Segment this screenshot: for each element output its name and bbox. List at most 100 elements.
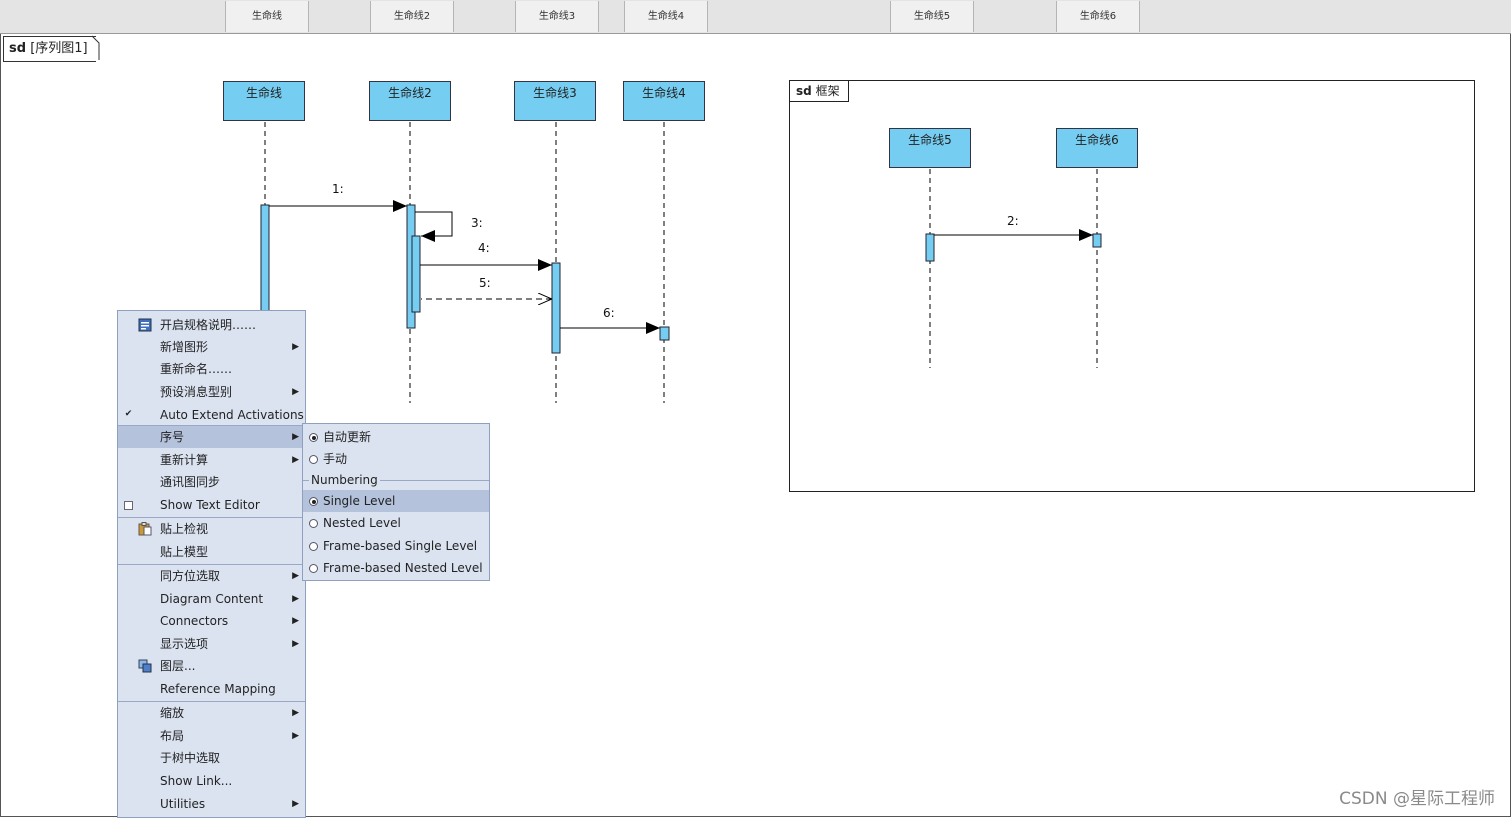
menu-item-layout[interactable]: 布局 ▶ bbox=[118, 725, 305, 747]
layers-icon bbox=[138, 659, 152, 673]
submenu-item-frame-nested-level[interactable]: Frame-based Nested Level bbox=[303, 557, 489, 579]
submenu-item-label: 自动更新 bbox=[323, 430, 372, 444]
menu-item-communication-sync[interactable]: 通讯图同步 bbox=[118, 471, 305, 493]
menu-item-default-message-type[interactable]: 预设消息型别 ▶ bbox=[118, 381, 305, 403]
menu-item-label: 于树中选取 bbox=[160, 751, 221, 765]
menu-item-label: 贴上检视 bbox=[160, 522, 209, 536]
frame-name: 框架 bbox=[815, 84, 840, 98]
section-label: Numbering bbox=[309, 471, 380, 489]
menu-item-label: Auto Extend Activations bbox=[160, 408, 304, 422]
menu-item-label: 重新计算 bbox=[160, 453, 209, 467]
message-2-label: 2: bbox=[1007, 214, 1019, 228]
spec-icon bbox=[138, 318, 152, 332]
submenu-item-label: Single Level bbox=[323, 494, 396, 508]
menu-item-label: 布局 bbox=[160, 729, 185, 743]
radio-icon bbox=[309, 519, 318, 528]
message-3-arrow[interactable] bbox=[415, 211, 453, 242]
submenu-item-label: Nested Level bbox=[323, 516, 401, 530]
menu-item-add-shape[interactable]: 新增图形 ▶ bbox=[118, 336, 305, 358]
submenu-item-manual[interactable]: 手动 bbox=[303, 448, 489, 470]
message-5-label: 5: bbox=[479, 276, 491, 290]
submenu-item-frame-single-level[interactable]: Frame-based Single Level bbox=[303, 535, 489, 557]
paste-icon bbox=[138, 522, 152, 536]
frame-keyword: sd bbox=[796, 84, 812, 98]
message-6-label: 6: bbox=[603, 306, 615, 320]
radio-icon bbox=[309, 455, 318, 464]
lifeline-3-head[interactable]: 生命线3 bbox=[514, 81, 596, 121]
submenu-item-label: 手动 bbox=[323, 452, 348, 466]
menu-item-connectors[interactable]: Connectors ▶ bbox=[118, 610, 305, 632]
submenu-arrow-icon: ▶ bbox=[292, 616, 299, 626]
menu-item-show-link[interactable]: Show Link... bbox=[118, 770, 305, 792]
radio-selected-icon bbox=[309, 433, 318, 442]
menu-item-label: 同方位选取 bbox=[160, 569, 221, 583]
message-1-label: 1: bbox=[332, 182, 344, 196]
menu-item-zoom[interactable]: 缩放 ▶ bbox=[118, 702, 305, 724]
submenu-arrow-icon: ▶ bbox=[292, 571, 299, 581]
menu-item-label: 重新命名…… bbox=[160, 362, 233, 376]
menu-item-label: 预设消息型别 bbox=[160, 385, 233, 399]
submenu-arrow-icon: ▶ bbox=[292, 432, 299, 442]
menu-item-auto-extend-activations[interactable]: ✔ Auto Extend Activations bbox=[118, 404, 305, 426]
menu-item-show-text-editor[interactable]: Show Text Editor bbox=[118, 494, 305, 516]
menu-item-label: Show Text Editor bbox=[160, 498, 260, 512]
submenu-item-auto-update[interactable]: 自动更新 bbox=[303, 426, 489, 448]
activation-bar[interactable] bbox=[659, 326, 670, 341]
menu-item-recalculate[interactable]: 重新计算 ▶ bbox=[118, 449, 305, 471]
checkmark-icon: ✔ bbox=[124, 409, 133, 419]
lifeline-4-head[interactable]: 生命线4 bbox=[623, 81, 705, 121]
numbering-section-header: Numbering bbox=[303, 471, 489, 489]
radio-icon bbox=[309, 564, 318, 573]
submenu-arrow-icon: ▶ bbox=[292, 731, 299, 741]
menu-item-open-specification[interactable]: 开启规格说明…… bbox=[118, 314, 305, 336]
context-menu: 开启规格说明…… 新增图形 ▶ 重新命名…… 预设消息型别 ▶ ✔ Auto E… bbox=[117, 310, 306, 818]
message-4-label: 4: bbox=[478, 241, 490, 255]
submenu-item-single-level[interactable]: Single Level bbox=[303, 490, 489, 512]
submenu-arrow-icon: ▶ bbox=[292, 639, 299, 649]
numbering-submenu: 自动更新 手动 Numbering Single Level Nested Le… bbox=[302, 423, 490, 581]
menu-item-rename[interactable]: 重新命名…… bbox=[118, 358, 305, 380]
radio-selected-icon bbox=[309, 497, 318, 506]
menu-item-label: Diagram Content bbox=[160, 592, 264, 606]
menu-item-label: 新增图形 bbox=[160, 340, 209, 354]
menu-item-label: 图层... bbox=[160, 659, 196, 673]
activation-bar[interactable] bbox=[260, 204, 270, 316]
menu-item-label: Show Link... bbox=[160, 774, 233, 788]
menu-item-sequence-number[interactable]: 序号 ▶ bbox=[118, 426, 305, 448]
lifeline-1-head[interactable]: 生命线 bbox=[223, 81, 305, 121]
menu-item-layers[interactable]: 图层... bbox=[118, 655, 305, 677]
watermark: CSDN @星际工程师 bbox=[1339, 789, 1495, 809]
menu-item-label: 显示选项 bbox=[160, 637, 209, 651]
menu-item-label: 序号 bbox=[160, 430, 185, 444]
lifeline-5-head[interactable]: 生命线5 bbox=[889, 128, 971, 168]
menu-item-utilities[interactable]: Utilities ▶ bbox=[118, 793, 305, 815]
menu-item-display-options[interactable]: 显示选项 ▶ bbox=[118, 633, 305, 655]
activation-bar[interactable] bbox=[411, 235, 421, 313]
menu-item-label: 缩放 bbox=[160, 706, 185, 720]
menu-item-label: 开启规格说明…… bbox=[160, 318, 257, 332]
menu-item-select-same-direction[interactable]: 同方位选取 ▶ bbox=[118, 565, 305, 587]
menu-item-label: 通讯图同步 bbox=[160, 475, 221, 489]
submenu-item-nested-level[interactable]: Nested Level bbox=[303, 512, 489, 534]
submenu-arrow-icon: ▶ bbox=[292, 799, 299, 809]
submenu-item-label: Frame-based Nested Level bbox=[323, 561, 483, 575]
menu-item-label: 贴上模型 bbox=[160, 545, 209, 559]
lifeline-6-head[interactable]: 生命线6 bbox=[1056, 128, 1138, 168]
menu-item-label: Utilities bbox=[160, 797, 206, 811]
submenu-arrow-icon: ▶ bbox=[292, 708, 299, 718]
activation-bar[interactable] bbox=[551, 262, 561, 354]
lifeline-2-head[interactable]: 生命线2 bbox=[369, 81, 451, 121]
submenu-item-label: Frame-based Single Level bbox=[323, 539, 478, 553]
submenu-arrow-icon: ▶ bbox=[292, 594, 299, 604]
submenu-arrow-icon: ▶ bbox=[292, 342, 299, 352]
menu-item-paste-model[interactable]: 贴上模型 bbox=[118, 541, 305, 563]
menu-item-diagram-content[interactable]: Diagram Content ▶ bbox=[118, 588, 305, 610]
menu-item-paste-view[interactable]: 贴上检视 bbox=[118, 518, 305, 540]
submenu-arrow-icon: ▶ bbox=[292, 455, 299, 465]
menu-item-select-in-tree[interactable]: 于树中选取 bbox=[118, 747, 305, 769]
message-3-label: 3: bbox=[471, 216, 483, 230]
menu-item-reference-mapping[interactable]: Reference Mapping bbox=[118, 678, 305, 700]
checkbox-icon bbox=[124, 501, 133, 510]
menu-item-label: Reference Mapping bbox=[160, 682, 276, 696]
menu-item-label: Connectors bbox=[160, 614, 229, 628]
